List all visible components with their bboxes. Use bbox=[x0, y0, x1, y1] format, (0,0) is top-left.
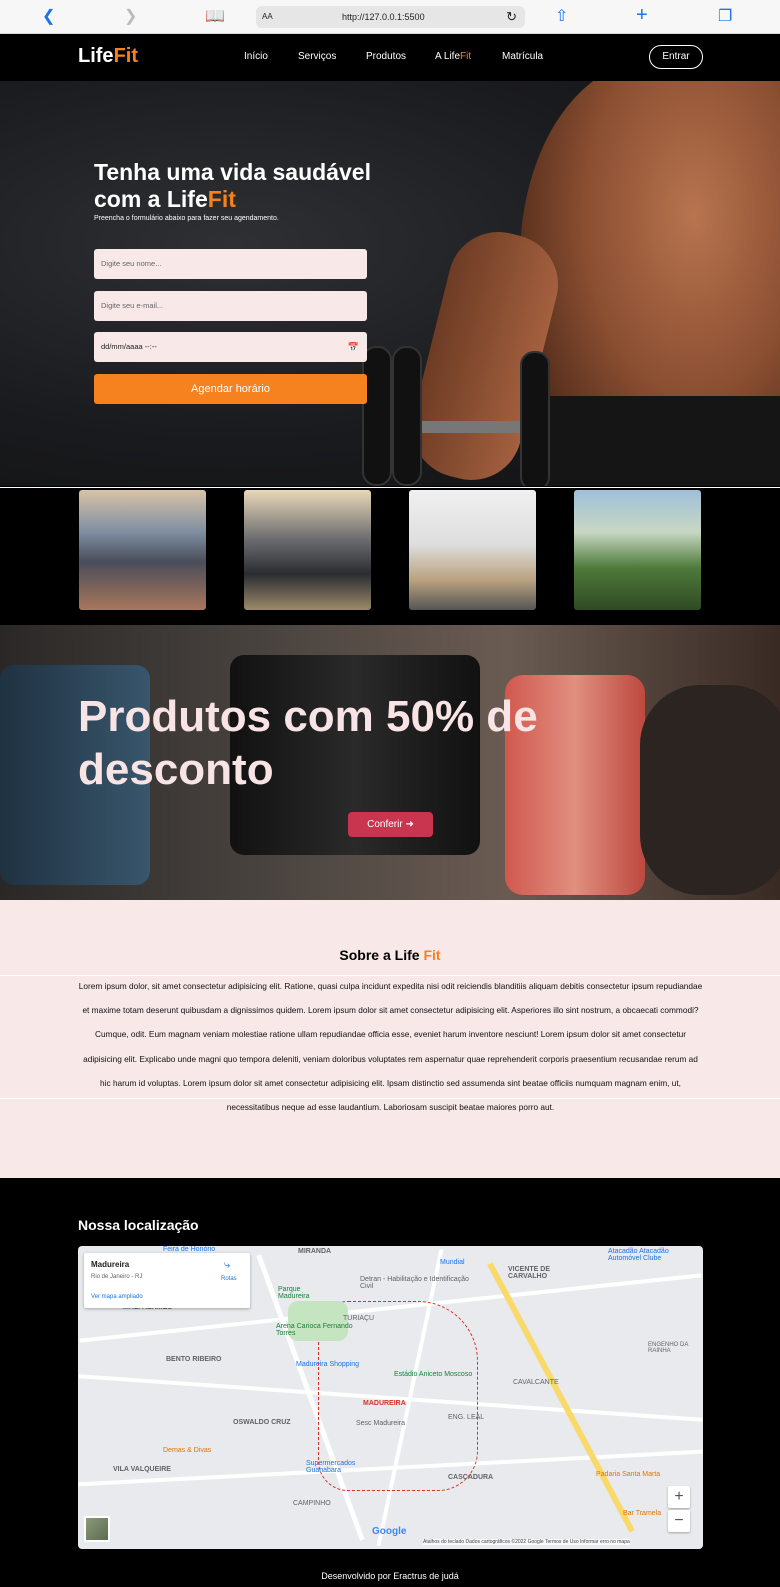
hero-shorts-shape bbox=[540, 396, 780, 486]
browser-toolbar: ❮ ❯ 📖 AA http://127.0.0.1:5500 ↻ ⇧ + ❐ bbox=[0, 0, 780, 34]
satellite-toggle[interactable] bbox=[84, 1516, 110, 1542]
map-poi[interactable]: Demas & Divas bbox=[163, 1447, 211, 1454]
map-poi[interactable]: Estádio Aniceto Moscoso bbox=[394, 1371, 472, 1378]
map-poi[interactable]: Supermercados Guanabara bbox=[306, 1460, 371, 1474]
forward-icon[interactable]: ❯ bbox=[124, 8, 137, 26]
reload-icon[interactable]: ↻ bbox=[506, 9, 517, 25]
dumbbell-plate bbox=[362, 346, 392, 486]
tabs-icon[interactable]: ❐ bbox=[718, 8, 732, 26]
url-text: http://127.0.0.1:5500 bbox=[342, 12, 425, 22]
about-title-fit: Fit bbox=[423, 947, 441, 963]
map-card-route[interactable]: Rotas bbox=[221, 1276, 237, 1282]
map-label: ENGENHO DA RAINHA bbox=[648, 1342, 689, 1354]
gallery-image-gym-hall bbox=[79, 490, 206, 610]
calendar-icon[interactable]: 📅 bbox=[348, 332, 359, 362]
map-label: CAMPINHO bbox=[293, 1500, 331, 1507]
gallery-strip bbox=[0, 487, 780, 625]
nav-matricula[interactable]: Matrícula bbox=[502, 51, 543, 62]
about-title: Sobre a Life Fit bbox=[0, 947, 780, 963]
location-title: Nossa localização bbox=[78, 1217, 199, 1233]
datetime-input[interactable]: dd/mm/aaaa --:-- 📅 bbox=[94, 332, 367, 362]
directions-icon[interactable]: ⤷ bbox=[224, 1259, 230, 1272]
zoom-out-button[interactable]: − bbox=[668, 1510, 690, 1532]
map-card-subtitle: Rio de Janeiro - RJ bbox=[91, 1274, 143, 1280]
map-card-link[interactable]: Ver mapa ampliado bbox=[91, 1294, 143, 1300]
location-section: Nossa localização MIRANDA VICENTE DE CAR… bbox=[0, 1178, 780, 1587]
map-poi[interactable]: Feira de Honório bbox=[163, 1246, 215, 1253]
about-title-text: Sobre a Life bbox=[339, 947, 424, 963]
name-input[interactable]: Digite seu nome... bbox=[94, 249, 367, 279]
promo-banner: Produtos com 50% de desconto Conferir ➜ bbox=[0, 625, 780, 900]
footer-credit: Desenvolvido por Eractrus de judá bbox=[321, 1571, 459, 1581]
site-logo[interactable]: LifeFit bbox=[78, 45, 138, 68]
gallery-image-cardio bbox=[244, 490, 371, 610]
about-section: Sobre a Life Fit Lorem ipsum dolor, sit … bbox=[0, 900, 780, 1178]
nav-servicos[interactable]: Serviços bbox=[298, 51, 336, 62]
map-poi[interactable]: Atacadão Atacadão Automóvel Clube bbox=[608, 1248, 688, 1262]
nav-a-life-label: A Life bbox=[435, 51, 461, 62]
nav-fit-label: Fit bbox=[460, 51, 472, 62]
gallery-image-tire-flip bbox=[574, 490, 701, 610]
google-logo: Google bbox=[372, 1526, 407, 1537]
back-icon[interactable]: ❮ bbox=[42, 8, 55, 26]
nav-a-lifefit[interactable]: A LifeFit bbox=[435, 51, 471, 62]
share-icon[interactable]: ⇧ bbox=[555, 8, 568, 26]
promo-conferir-button[interactable]: Conferir ➜ bbox=[348, 812, 433, 837]
dumbbell-plate bbox=[392, 346, 422, 486]
map-label: CASCADURA bbox=[448, 1474, 494, 1481]
login-button[interactable]: Entrar bbox=[649, 45, 703, 69]
email-input[interactable]: Digite seu e-mail... bbox=[94, 291, 367, 321]
dumbbell-plate bbox=[520, 351, 550, 486]
map-poi[interactable]: Padaria Santa Marta bbox=[596, 1471, 660, 1478]
map-highway bbox=[487, 1262, 635, 1533]
kettlebell-shape bbox=[640, 685, 780, 895]
map-attribution[interactable]: Atalhos do teclado Dados cartográficos ©… bbox=[423, 1539, 630, 1545]
map-label: MIRANDA bbox=[298, 1248, 332, 1255]
hero-title: Tenha uma vida saudável com a LifeFit bbox=[94, 159, 394, 213]
map-poi[interactable]: Mundial bbox=[440, 1259, 465, 1266]
promo-button-label: Conferir bbox=[367, 819, 403, 830]
map-poi[interactable]: Sesc Madureira bbox=[356, 1420, 405, 1427]
map-label: OSWALDO CRUZ bbox=[233, 1419, 291, 1426]
new-tab-icon[interactable]: + bbox=[636, 5, 648, 25]
text-size-button[interactable]: AA bbox=[262, 12, 273, 21]
gallery-image-box-jump bbox=[409, 490, 536, 610]
address-bar[interactable]: AA http://127.0.0.1:5500 ↻ bbox=[256, 6, 525, 28]
nav-inicio[interactable]: Início bbox=[244, 51, 268, 62]
map-label-madureira: MADUREIRA bbox=[363, 1400, 406, 1407]
nav-produtos[interactable]: Produtos bbox=[366, 51, 406, 62]
map-label: ENG. LEAL bbox=[448, 1414, 485, 1421]
map-label: VICENTE DE CARVALHO bbox=[508, 1266, 551, 1280]
promo-title: Produtos com 50% de desconto bbox=[78, 692, 538, 794]
map-poi[interactable]: Madureira Shopping bbox=[296, 1361, 359, 1368]
google-map[interactable]: MIRANDA VICENTE DE CARVALHO MAL. HERMES … bbox=[78, 1246, 703, 1549]
map-poi[interactable]: Parque Madureira bbox=[278, 1286, 328, 1300]
map-label: CAVALCANTE bbox=[513, 1379, 559, 1386]
logo-part-fit: Fit bbox=[113, 45, 138, 67]
hero-title-fit: Fit bbox=[207, 186, 236, 212]
map-label: TURIAÇU bbox=[343, 1315, 375, 1322]
site-navbar: LifeFit Início Serviços Produtos A LifeF… bbox=[0, 34, 780, 81]
schedule-button[interactable]: Agendar horário bbox=[94, 374, 367, 404]
map-poi[interactable]: Bar Tramela bbox=[623, 1510, 661, 1517]
logo-part-life: Life bbox=[78, 45, 114, 67]
map-info-card: Madureira Rio de Janeiro - RJ Ver mapa a… bbox=[84, 1253, 250, 1308]
arrow-right-icon: ➜ bbox=[405, 819, 414, 830]
map-card-title: Madureira bbox=[91, 1260, 130, 1269]
hero-section: Tenha uma vida saudável com a LifeFit Pr… bbox=[0, 81, 780, 486]
map-label: BENTO RIBEIRO bbox=[166, 1356, 222, 1363]
about-text: Lorem ipsum dolor, sit amet consectetur … bbox=[78, 981, 703, 1113]
reader-icon[interactable]: 📖 bbox=[205, 8, 225, 26]
map-label: VILA VALQUEIRE bbox=[113, 1466, 171, 1473]
zoom-in-button[interactable]: + bbox=[668, 1486, 690, 1508]
datetime-placeholder: dd/mm/aaaa --:-- bbox=[101, 342, 157, 351]
map-poi[interactable]: Detran - Habilitação e Identificação Civ… bbox=[360, 1276, 470, 1290]
hero-subtitle: Preencha o formulário abaixo para fazer … bbox=[94, 215, 279, 222]
map-poi[interactable]: Arena Carioca Fernando Torres bbox=[276, 1323, 356, 1337]
